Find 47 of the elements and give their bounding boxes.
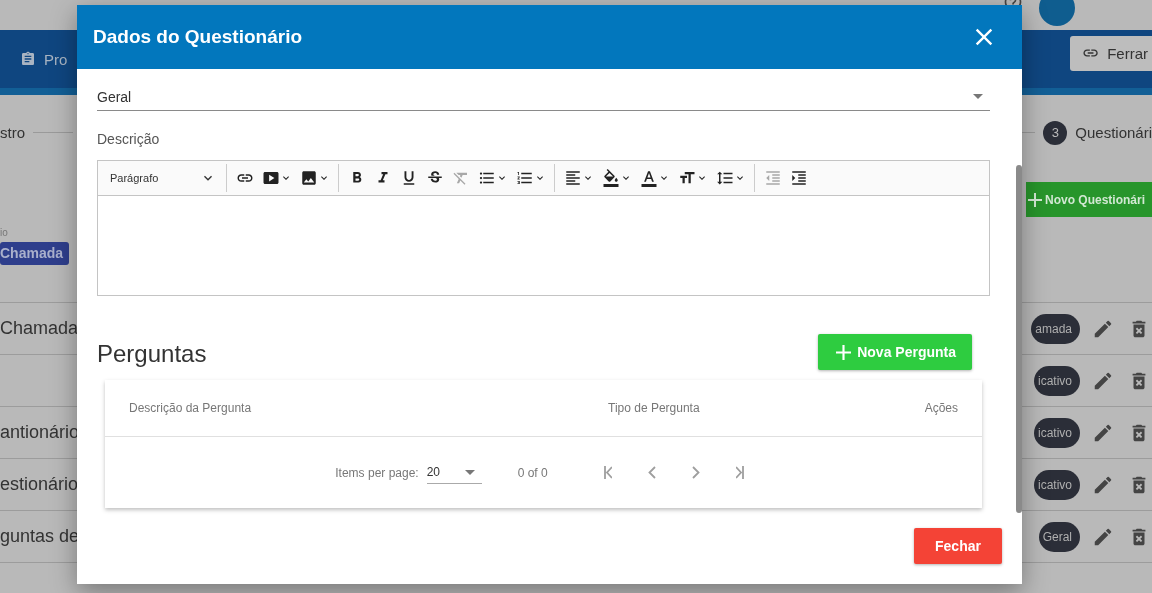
row-title: guntas de [0, 526, 81, 547]
page-range: 0 of 0 [517, 465, 548, 480]
row-title: antionário [0, 422, 81, 443]
row-title: estionário [0, 474, 80, 495]
numbers-icon [516, 169, 534, 187]
previous-page-icon [647, 466, 656, 479]
column-header: Tipo de Pergunta [608, 401, 701, 415]
type-chip: icativo [1034, 417, 1080, 448]
video-icon [262, 169, 280, 187]
items-per-page-label: Items per page: [335, 465, 419, 480]
spacing-icon [716, 169, 734, 187]
category-select[interactable]: Geral [97, 83, 990, 111]
next-page-icon [691, 466, 700, 479]
filter-chip[interactable]: Chamada [0, 242, 70, 265]
column-header: Ações [924, 401, 958, 415]
column-header: Descrição da Pergunta [129, 401, 253, 415]
row-title: Chamada [0, 318, 80, 339]
format-dropdown[interactable]: Parágrafo [104, 164, 222, 192]
image-icon [300, 169, 318, 187]
page-size-select[interactable]: 20 [426, 461, 482, 484]
indent-icon [790, 169, 808, 187]
filter-label: io [0, 227, 9, 238]
type-chip: Geral [1038, 521, 1080, 552]
plus-icon [836, 344, 852, 360]
type-chip: icativo [1034, 365, 1080, 396]
user-avatar[interactable] [1039, 0, 1075, 26]
color-icon [640, 169, 658, 187]
plus-icon [1028, 192, 1042, 207]
highlight-icon [602, 169, 620, 187]
section-title: Perguntas [97, 340, 207, 368]
nav-item[interactable]: Pro [44, 50, 68, 68]
step-label[interactable]: Questionári [1075, 124, 1152, 141]
type-chip: amada [1031, 313, 1080, 344]
type-chip: icativo [1034, 469, 1080, 500]
dialog-title: Dados do Questionário [93, 26, 303, 48]
step-number[interactable]: 3 [1043, 120, 1068, 145]
clipboard-icon[interactable] [20, 51, 36, 67]
first-page-icon [603, 466, 612, 479]
close-dialog-button[interactable]: Fechar [914, 528, 1002, 564]
align-icon [564, 169, 582, 187]
scrollbar-thumb[interactable] [1016, 165, 1022, 513]
tools-button[interactable]: Ferrar [1070, 35, 1152, 71]
field-label: Descrição [97, 131, 161, 147]
step-label[interactable]: stro [0, 124, 25, 141]
outdent-icon [764, 169, 782, 187]
dropdown-icon [464, 469, 475, 475]
last-page-icon [735, 466, 744, 479]
